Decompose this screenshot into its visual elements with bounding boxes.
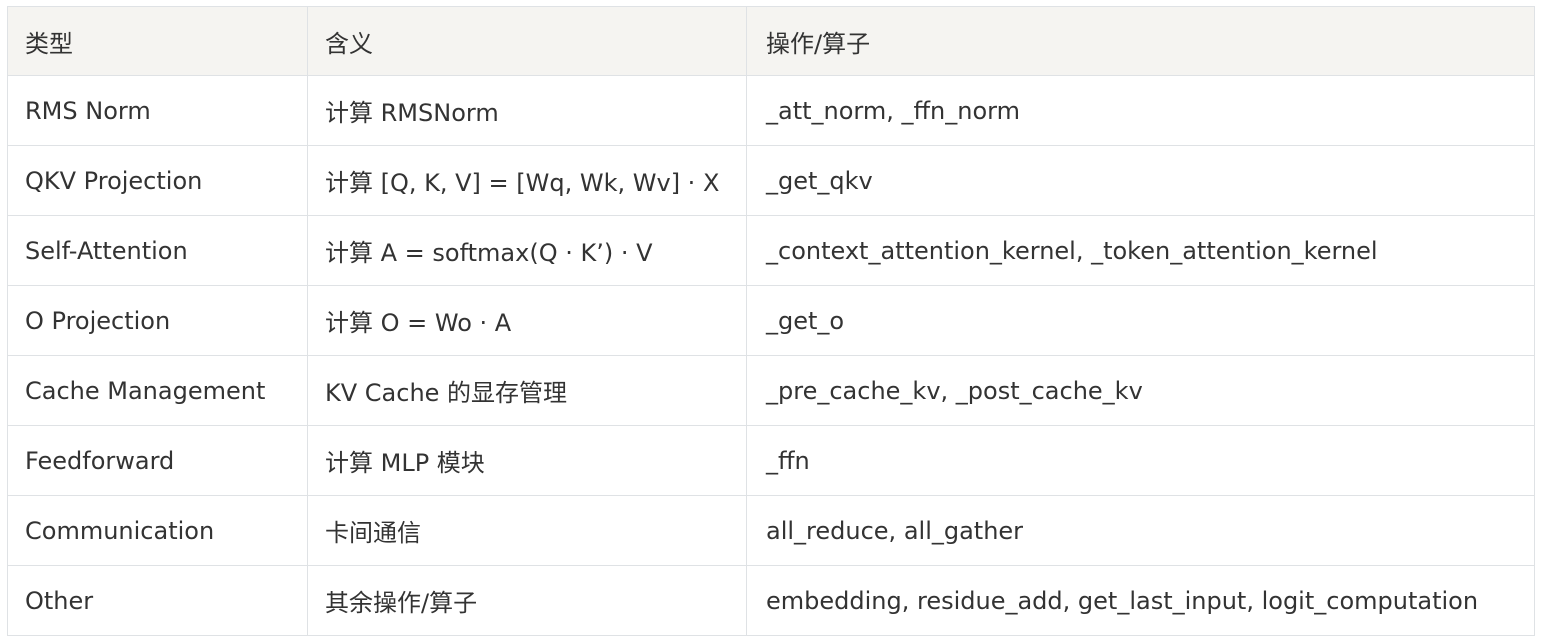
- cell-operator: _ffn: [746, 425, 1535, 496]
- table-row: Self-Attention 计算 A = softmax(Q · K’) · …: [7, 215, 1535, 286]
- cell-operator: _pre_cache_kv, _post_cache_kv: [746, 355, 1535, 426]
- cell-meaning: 计算 RMSNorm: [307, 75, 747, 146]
- cell-type: Feedforward: [7, 425, 308, 496]
- cell-meaning: 计算 O = Wo · A: [307, 285, 747, 356]
- operator-table: 类型 含义 操作/算子 RMS Norm 计算 RMSNorm _att_nor…: [7, 6, 1535, 636]
- cell-meaning: 计算 A = softmax(Q · K’) · V: [307, 215, 747, 286]
- cell-meaning: 计算 [Q, K, V] = [Wq, Wk, Wv] · X: [307, 145, 747, 216]
- cell-operator: embedding, residue_add, get_last_input, …: [746, 565, 1535, 636]
- header-meaning: 含义: [307, 6, 747, 76]
- cell-operator: _context_attention_kernel, _token_attent…: [746, 215, 1535, 286]
- cell-operator: _get_qkv: [746, 145, 1535, 216]
- cell-operator: all_reduce, all_gather: [746, 495, 1535, 566]
- cell-meaning: KV Cache 的显存管理: [307, 355, 747, 426]
- cell-meaning: 其余操作/算子: [307, 565, 747, 636]
- table-row: O Projection 计算 O = Wo · A _get_o: [7, 285, 1535, 356]
- header-operator: 操作/算子: [746, 6, 1535, 76]
- table-row: Feedforward 计算 MLP 模块 _ffn: [7, 425, 1535, 496]
- table-row: Communication 卡间通信 all_reduce, all_gathe…: [7, 495, 1535, 566]
- table-row: Cache Management KV Cache 的显存管理 _pre_cac…: [7, 355, 1535, 426]
- table-header: 类型 含义 操作/算子: [7, 6, 1535, 76]
- table-row: Other 其余操作/算子 embedding, residue_add, ge…: [7, 565, 1535, 636]
- cell-type: RMS Norm: [7, 75, 308, 146]
- cell-operator: _get_o: [746, 285, 1535, 356]
- table-body: RMS Norm 计算 RMSNorm _att_norm, _ffn_norm…: [7, 75, 1535, 636]
- cell-type: Other: [7, 565, 308, 636]
- header-type: 类型: [7, 6, 308, 76]
- cell-type: O Projection: [7, 285, 308, 356]
- cell-type: QKV Projection: [7, 145, 308, 216]
- cell-meaning: 计算 MLP 模块: [307, 425, 747, 496]
- cell-type: Communication: [7, 495, 308, 566]
- cell-type: Self-Attention: [7, 215, 308, 286]
- cell-type: Cache Management: [7, 355, 308, 426]
- table-row: QKV Projection 计算 [Q, K, V] = [Wq, Wk, W…: [7, 145, 1535, 216]
- cell-operator: _att_norm, _ffn_norm: [746, 75, 1535, 146]
- header-row: 类型 含义 操作/算子: [7, 6, 1535, 76]
- table-row: RMS Norm 计算 RMSNorm _att_norm, _ffn_norm: [7, 75, 1535, 146]
- cell-meaning: 卡间通信: [307, 495, 747, 566]
